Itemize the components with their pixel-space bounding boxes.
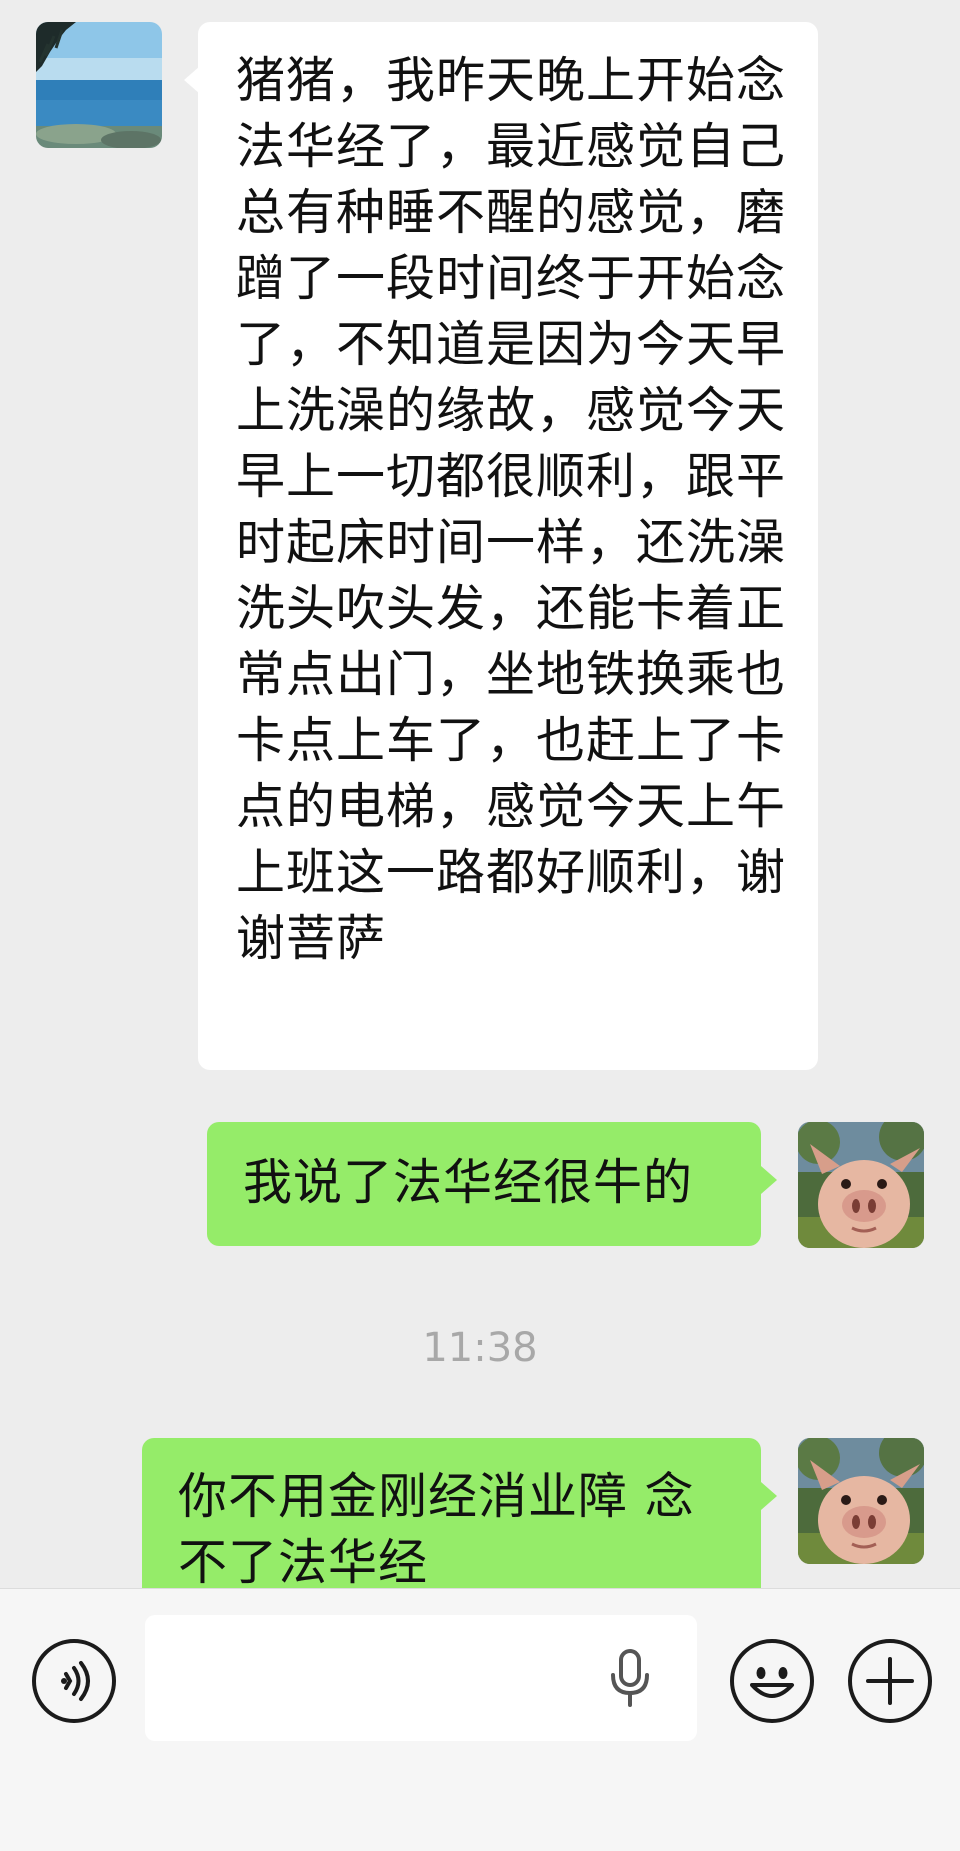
bubble-tail xyxy=(184,66,200,94)
input-bar xyxy=(0,1588,960,1851)
message-text: 你不用金刚经消业障 念不了法华经 xyxy=(178,1468,695,1588)
plus-icon xyxy=(866,1657,914,1705)
message-text: 猪猪，我昨天晚上开始念法华经了，最近感觉自己总有种睡不醒的感觉，磨蹭了一段时间终… xyxy=(236,52,787,967)
outgoing-message-bubble[interactable]: 你不用金刚经消业障 念不了法华经 xyxy=(142,1438,777,1588)
more-button[interactable] xyxy=(848,1639,932,1723)
incoming-message-bubble[interactable]: 猪猪，我昨天晚上开始念法华经了，最近感觉自己总有种睡不醒的感觉，磨蹭了一段时间终… xyxy=(184,22,818,1070)
pig-avatar-image xyxy=(798,1438,924,1564)
timestamp: 11:38 xyxy=(422,1325,538,1371)
emoji-button[interactable] xyxy=(730,1639,814,1723)
pig-avatar-image xyxy=(798,1122,924,1248)
voice-icon xyxy=(61,1661,90,1701)
sea-avatar-image xyxy=(36,22,162,148)
voice-button[interactable] xyxy=(32,1639,116,1723)
message-input[interactable] xyxy=(145,1615,697,1741)
bubble-tail xyxy=(761,1166,777,1194)
my-avatar[interactable] xyxy=(798,1122,924,1248)
microphone-icon[interactable] xyxy=(605,1647,655,1711)
contact-avatar[interactable] xyxy=(36,22,162,148)
chat-area[interactable]: 猪猪，我昨天晚上开始念法华经了，最近感觉自己总有种睡不醒的感觉，磨蹭了一段时间终… xyxy=(0,0,960,1588)
bubble-tail xyxy=(761,1482,777,1510)
outgoing-message-bubble[interactable]: 我说了法华经很牛的 xyxy=(207,1122,777,1246)
message-text: 我说了法华经很牛的 xyxy=(243,1154,694,1211)
my-avatar[interactable] xyxy=(798,1438,924,1564)
emoji-icon xyxy=(750,1667,794,1698)
